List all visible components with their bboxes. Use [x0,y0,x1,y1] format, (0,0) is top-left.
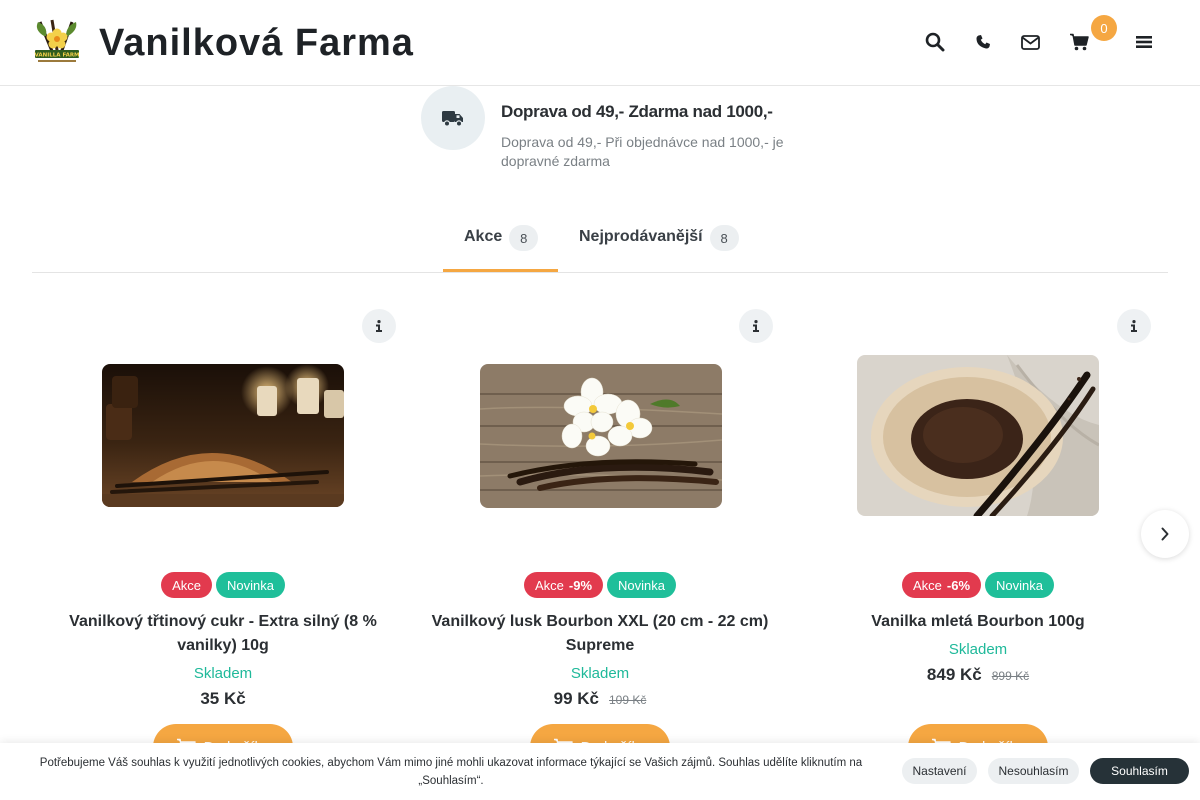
price-row: 99 Kč 109 Kč [420,689,780,709]
product-card: Akce Novinka Vanilkový třtinový cukr - E… [43,300,403,800]
stock-status: Skladem [948,641,1008,658]
brand-logo[interactable]: VANILLA FARM [32,16,82,66]
tab-label: Akce [464,228,503,245]
cookie-settings-button[interactable]: Nastavení [902,758,977,784]
product-price: 99 Kč [553,689,599,708]
cart-count-badge[interactable]: 0 [1091,15,1117,41]
cookie-message: Potřebujeme Váš souhlas k využití jednot… [39,757,863,787]
menu-icon[interactable] [1132,30,1156,54]
product-badges: Akce Novinka [43,572,403,598]
cookie-accept-button[interactable]: Souhlasím [1090,758,1189,784]
search-icon[interactable] [923,30,947,54]
new-badge: Novinka [985,572,1054,598]
new-badge: Novinka [215,572,285,598]
stock-status: Skladem [193,665,253,682]
price-row: 849 Kč 899 Kč [798,665,1158,685]
shipping-title: Doprava od 49,- Zdarma nad 1000,- [501,102,773,121]
phone-icon[interactable] [971,30,995,54]
sale-badge: Akce -9% [524,572,604,598]
info-icon[interactable] [362,309,396,343]
product-name[interactable]: Vanilkový lusk Bourbon XXL (20 cm - 22 c… [420,610,780,658]
discount-percent: -6% [946,577,971,593]
carousel-next-button[interactable] [1141,510,1189,558]
discount-percent: -9% [568,577,593,593]
chevron-right-icon [1161,527,1169,541]
active-tab-indicator [443,269,558,272]
logo-text: VANILLA FARM [34,53,79,59]
product-price: 849 Kč [926,665,982,684]
tab-akce[interactable]: Akce 8 [464,222,539,272]
product-image-sugar[interactable] [102,364,344,507]
product-card: Akce -9% Novinka Vanilkový lusk Bourbon X… [420,300,780,800]
product-name[interactable]: Vanilka mletá Bourbon 100g [798,610,1158,634]
sale-badge: Akce [161,572,212,598]
tab-nejprodavanejsi[interactable]: Nejprodávanější 8 [579,222,739,272]
info-icon[interactable] [739,309,773,343]
tab-label: Nejprodávanější [579,228,703,245]
product-image-ground-vanilla[interactable] [857,355,1099,516]
brand-name[interactable]: Vanilková Farma [99,22,414,65]
product-card: Akce -6% Novinka Vanilka mletá Bourbon 10… [798,300,1158,800]
truck-icon [421,86,485,150]
shipping-description: Doprava od 49,- Při objednávce nad 1000,… [501,134,784,169]
new-badge: Novinka [607,572,676,598]
cart-icon[interactable] [1067,30,1091,54]
product-name[interactable]: Vanilkový třtinový cukr - Extra silný (8… [43,610,403,658]
tab-count-badge: 8 [509,225,539,251]
tab-count-badge: 8 [709,225,739,251]
original-price: 109 Kč [609,693,647,707]
product-badges: Akce -6% Novinka [798,572,1158,598]
site-header: VANILLA FARM Vanilková Farma 0 [0,0,1200,86]
sale-badge: Akce -6% [902,572,982,598]
cookie-decline-button[interactable]: Nesouhlasím [988,758,1079,784]
price-row: 35 Kč [43,689,403,709]
envelope-icon[interactable] [1018,30,1042,54]
product-badges: Akce -9% Novinka [420,572,780,598]
original-price: 899 Kč [991,669,1030,683]
product-image-vanilla-pods[interactable] [480,364,722,508]
product-price: 35 Kč [200,689,246,708]
tabs-divider [32,272,1168,273]
cookie-consent-bar: Potřebujeme Váš souhlas k využití jednot… [0,743,1200,800]
stock-status: Skladem [570,665,630,682]
info-icon[interactable] [1117,309,1151,343]
